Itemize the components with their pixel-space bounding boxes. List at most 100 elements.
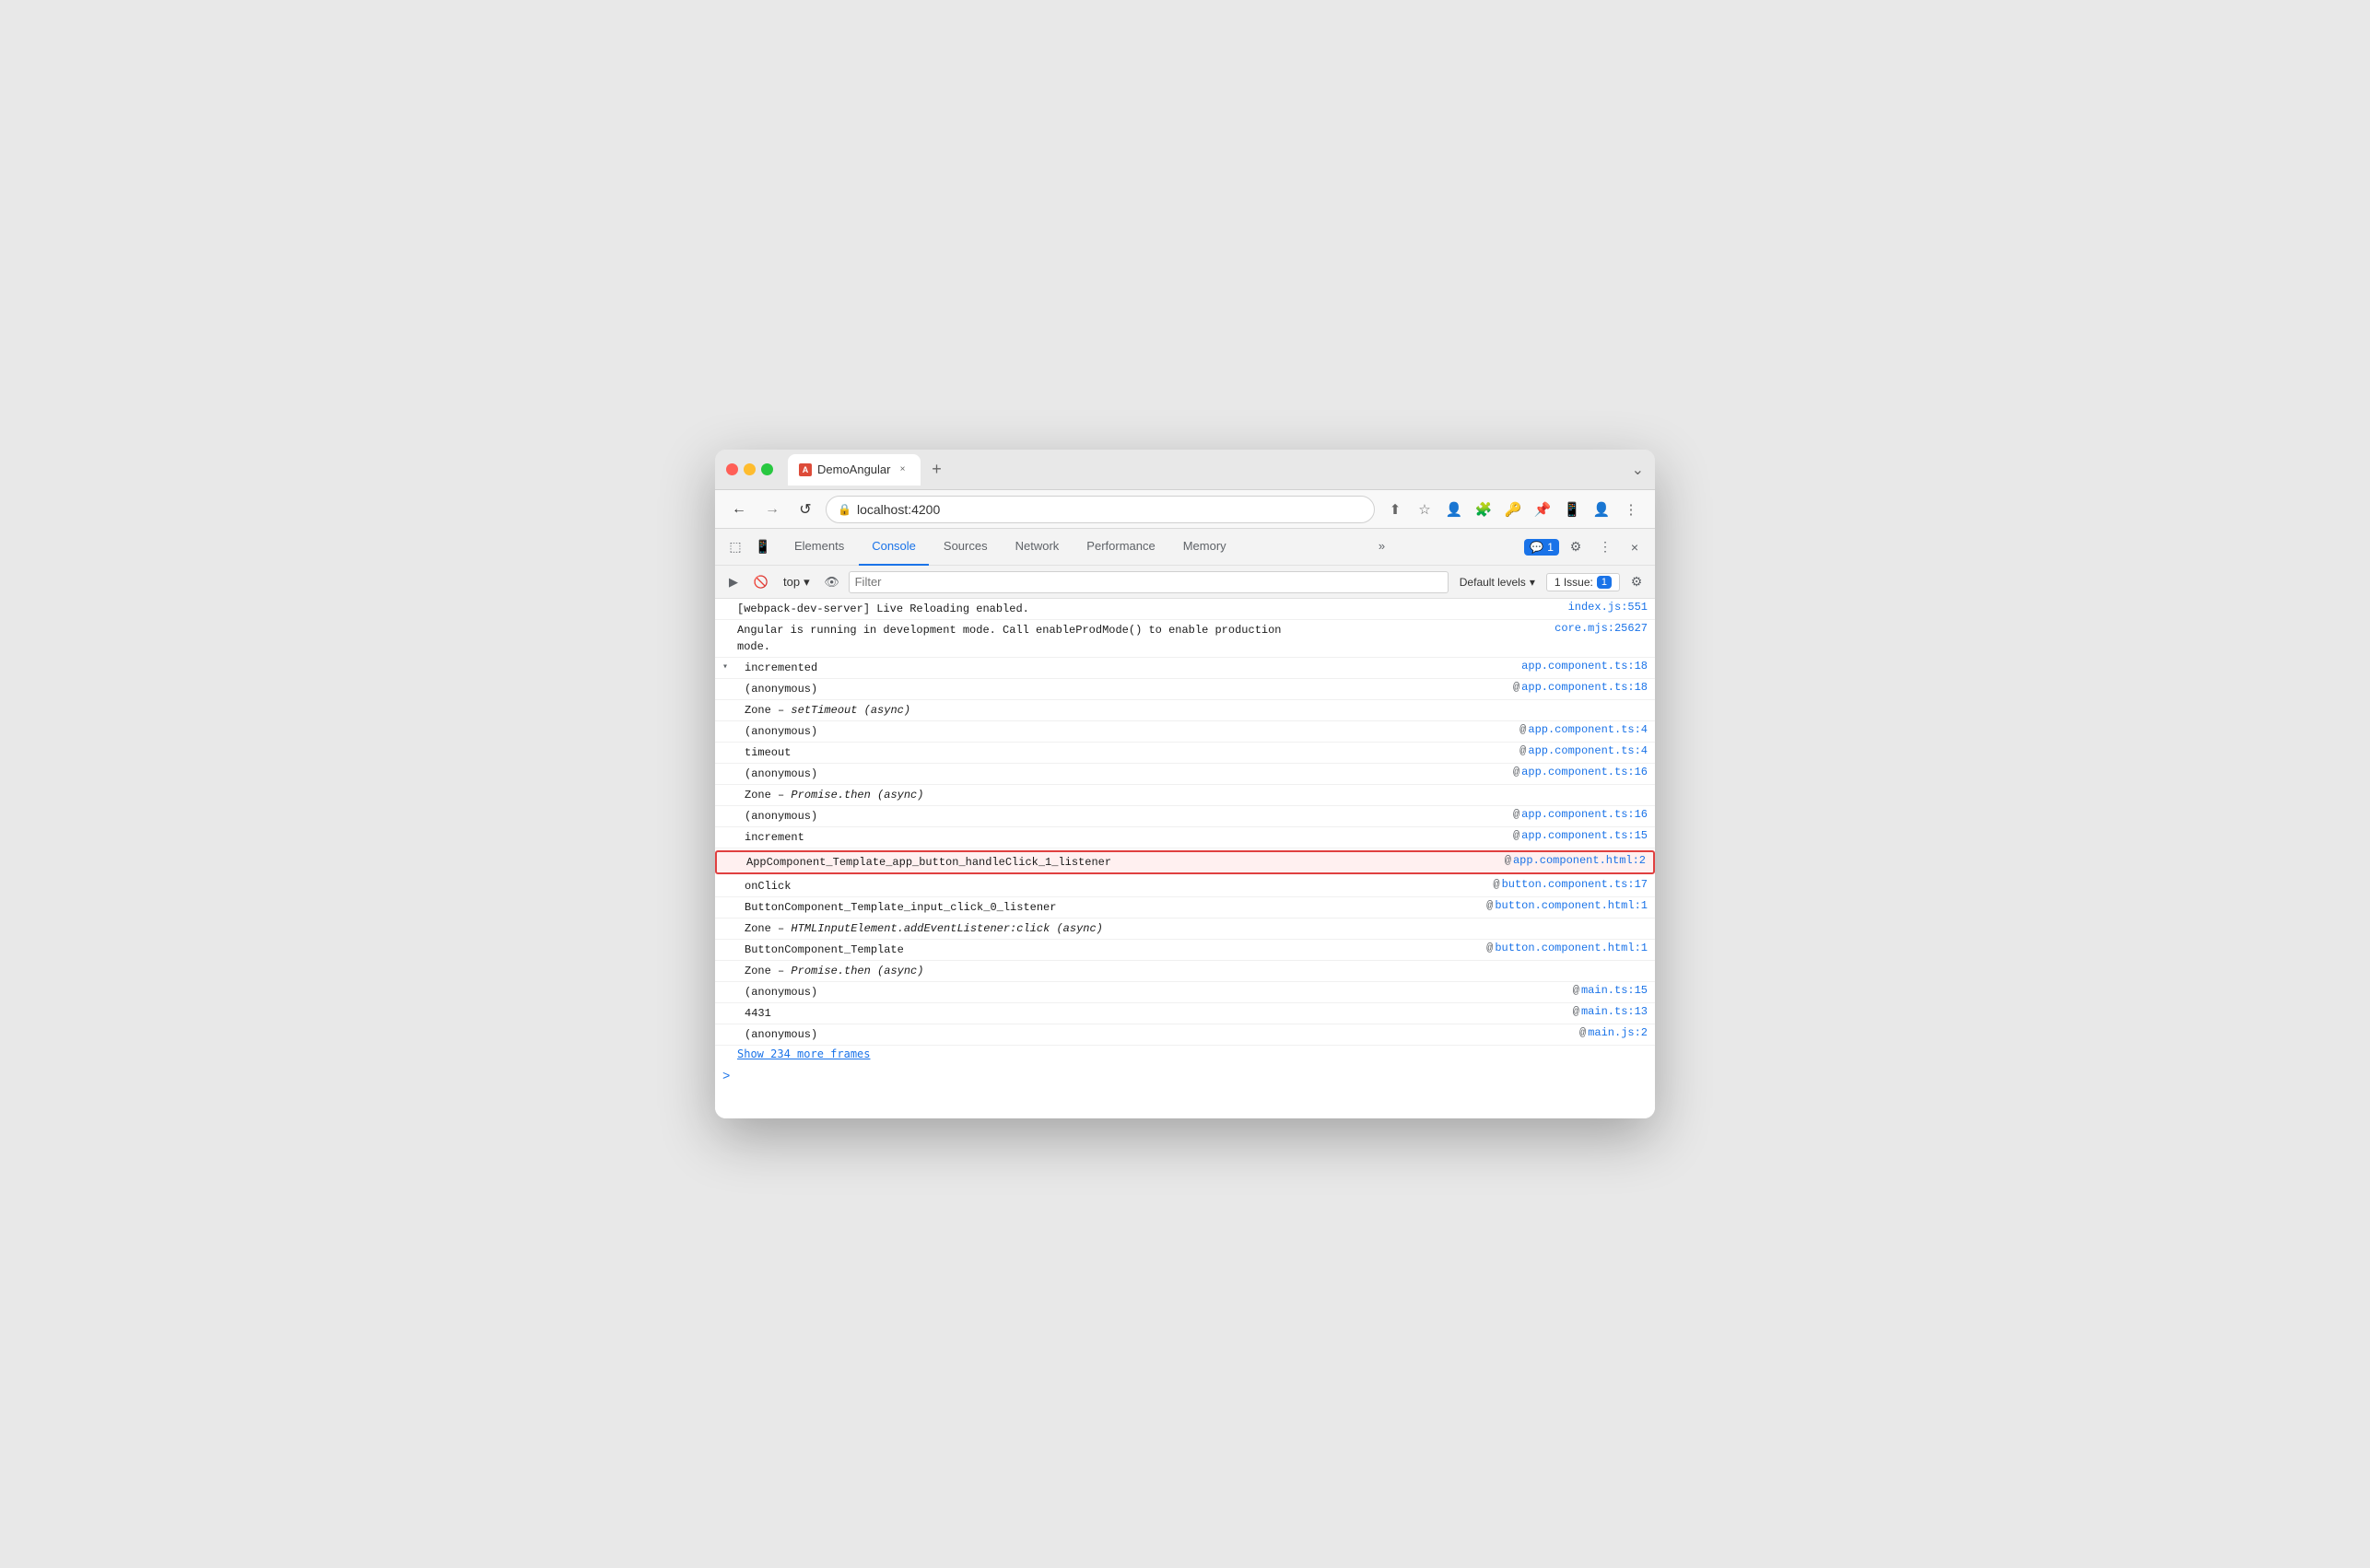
device-toolbar-button[interactable]: 📱 [750, 534, 776, 560]
console-line-highlighted: AppComponent_Template_app_button_handleC… [715, 850, 1655, 874]
new-tab-button[interactable]: + [924, 457, 950, 483]
google-account-icon[interactable]: 🔑 [1500, 497, 1526, 522]
tab-console[interactable]: Console [859, 529, 929, 566]
tab-network[interactable]: Network [1003, 529, 1073, 566]
refresh-button[interactable]: ↺ [792, 497, 818, 522]
console-line-text: (anonymous) [745, 723, 1518, 740]
console-line-text: timeout [745, 744, 1518, 761]
console-line-source[interactable]: app.component.html:2 [1513, 854, 1646, 867]
console-line-text: (anonymous) [745, 681, 1511, 697]
console-line: timeout @ app.component.ts:4 [715, 743, 1655, 764]
tab-sources[interactable]: Sources [931, 529, 1001, 566]
tab-bar: A DemoAngular × + [788, 454, 1625, 486]
console-line-source[interactable]: app.component.ts:4 [1528, 723, 1648, 736]
console-line-source[interactable]: app.component.ts:4 [1528, 744, 1648, 757]
console-line-source[interactable]: app.component.ts:15 [1521, 829, 1648, 842]
console-settings-button[interactable]: ⚙ [1625, 571, 1648, 593]
console-line: (anonymous) @ main.js:2 [715, 1024, 1655, 1046]
clear-console-button[interactable]: 🚫 [750, 571, 772, 593]
devtools-close-button[interactable]: × [1622, 534, 1648, 560]
console-line-text: ButtonComponent_Template_input_click_0_l… [745, 899, 1484, 916]
tab-close-button[interactable]: × [897, 463, 909, 476]
context-arrow: ▾ [804, 575, 810, 590]
console-messages-badge[interactable]: 💬 1 [1524, 539, 1559, 556]
console-line-source[interactable]: app.component.ts:18 [1521, 681, 1648, 694]
console-line-source[interactable]: main.js:2 [1588, 1026, 1648, 1039]
pin-icon[interactable]: 📌 [1530, 497, 1555, 522]
share-icon[interactable]: ⬆ [1382, 497, 1408, 522]
console-line-source[interactable]: app.component.ts:18 [1521, 660, 1648, 673]
live-expression-button[interactable]: 👁 [821, 571, 843, 593]
console-line: [webpack-dev-server] Live Reloading enab… [715, 599, 1655, 620]
tab-title: DemoAngular [817, 462, 891, 476]
more-tabs-button[interactable]: » [1366, 529, 1398, 566]
default-levels-dropdown[interactable]: Default levels ▾ [1454, 574, 1541, 591]
lock-icon: 🔒 [838, 503, 851, 516]
console-line-source[interactable]: main.ts:15 [1581, 984, 1648, 997]
console-line-source[interactable]: index.js:551 [1568, 601, 1648, 614]
maximize-traffic-light[interactable] [761, 463, 773, 475]
title-bar: A DemoAngular × + ⌄ [715, 450, 1655, 490]
console-line-text: Zone – setTimeout (async) [745, 702, 1648, 719]
devtools-kebab-button[interactable]: ⋮ [1592, 534, 1618, 560]
console-line-source[interactable]: button.component.html:1 [1495, 942, 1648, 954]
issues-badge[interactable]: 1 Issue: 1 [1546, 573, 1620, 591]
close-traffic-light[interactable] [726, 463, 738, 475]
execute-button[interactable]: ▶ [722, 571, 745, 593]
console-line: ButtonComponent_Template_input_click_0_l… [715, 897, 1655, 919]
devtools-panel: ⬚ 📱 Elements Console Sources Network Per… [715, 529, 1655, 1118]
menu-icon[interactable]: ⋮ [1618, 497, 1644, 522]
minimize-traffic-light[interactable] [744, 463, 756, 475]
back-button[interactable]: ← [726, 497, 752, 522]
console-line-source[interactable]: app.component.ts:16 [1521, 808, 1648, 821]
url-text: localhost:4200 [857, 502, 1363, 517]
bookmark-icon[interactable]: ☆ [1412, 497, 1437, 522]
console-line-text: (anonymous) [745, 766, 1511, 782]
console-line: onClick @ button.component.ts:17 [715, 876, 1655, 897]
console-line-text: Zone – HTMLInputElement.addEventListener… [745, 920, 1648, 937]
console-line-text: Angular is running in development mode. … [737, 622, 1547, 655]
console-line-source[interactable]: app.component.ts:16 [1521, 766, 1648, 778]
active-tab[interactable]: A DemoAngular × [788, 454, 921, 486]
console-line-text: ButtonComponent_Template [745, 942, 1484, 958]
console-line-source[interactable]: core.mjs:25627 [1555, 622, 1648, 635]
tab-performance[interactable]: Performance [1074, 529, 1167, 566]
context-dropdown[interactable]: top ▾ [778, 573, 815, 591]
console-line-source[interactable]: button.component.ts:17 [1502, 878, 1648, 891]
console-line-text: Zone – Promise.then (async) [745, 963, 1648, 979]
prompt-arrow-icon: > [722, 1070, 730, 1084]
extensions-icon[interactable]: 🧩 [1471, 497, 1496, 522]
tab-elements[interactable]: Elements [781, 529, 857, 566]
browser-window: A DemoAngular × + ⌄ ← → ↺ 🔒 localhost:42… [715, 450, 1655, 1118]
forward-button[interactable]: → [759, 497, 785, 522]
console-line: Angular is running in development mode. … [715, 620, 1655, 658]
devtools-header: ⬚ 📱 Elements Console Sources Network Per… [715, 529, 1655, 566]
extension-icon[interactable]: 👤 [1441, 497, 1467, 522]
console-line: Zone – setTimeout (async) [715, 700, 1655, 721]
tab-favicon: A [799, 463, 812, 476]
devtools-settings-button[interactable]: ⚙ [1563, 534, 1589, 560]
console-line-source[interactable]: main.ts:13 [1581, 1005, 1648, 1018]
tab-menu-button[interactable]: ⌄ [1632, 461, 1644, 479]
profile-icon[interactable]: 👤 [1589, 497, 1614, 522]
console-line: (anonymous) @ app.component.ts:4 [715, 721, 1655, 743]
element-picker-button[interactable]: ⬚ [722, 534, 748, 560]
console-line-text: increment [745, 829, 1511, 846]
console-line-source[interactable]: button.component.html:1 [1495, 899, 1648, 912]
devtools-actions: 💬 1 ⚙ ⋮ × [1524, 534, 1648, 560]
filter-box[interactable] [849, 571, 1449, 593]
chat-icon: 💬 [1530, 541, 1543, 554]
badge-count: 1 [1547, 541, 1554, 554]
console-input[interactable] [737, 1071, 1648, 1083]
expand-icon[interactable]: ▾ [722, 661, 728, 673]
console-line: ButtonComponent_Template @ button.compon… [715, 940, 1655, 961]
cast-icon[interactable]: 📱 [1559, 497, 1585, 522]
console-line: Zone – HTMLInputElement.addEventListener… [715, 919, 1655, 940]
console-line: Zone – Promise.then (async) [715, 961, 1655, 982]
show-more-frames-link[interactable]: Show 234 more frames [737, 1047, 871, 1060]
console-line: Zone – Promise.then (async) [715, 785, 1655, 806]
address-bar[interactable]: 🔒 localhost:4200 [826, 496, 1375, 523]
console-line: (anonymous) @ app.component.ts:18 [715, 679, 1655, 700]
tab-memory[interactable]: Memory [1170, 529, 1239, 566]
filter-input[interactable] [850, 573, 1448, 591]
